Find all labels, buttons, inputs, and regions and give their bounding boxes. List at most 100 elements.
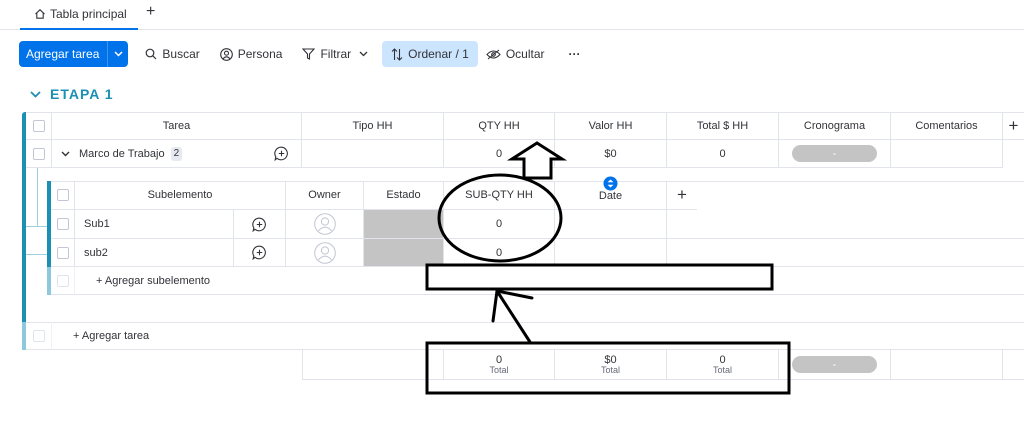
sort-indicator-icon[interactable] — [603, 176, 618, 191]
add-task-row[interactable]: + Agregar tarea — [52, 322, 1024, 350]
select-all-checkbox[interactable] — [32, 119, 45, 132]
item-name-cell[interactable]: Marco de Trabajo 2 — [52, 140, 262, 168]
date-header-label: Date — [598, 190, 623, 202]
item-select-cell[interactable] — [26, 140, 52, 168]
subitem-status-cell[interactable] — [364, 210, 444, 239]
subitem-header-owner[interactable]: Owner — [286, 181, 364, 210]
column-header-comments[interactable]: Comentarios — [891, 112, 1003, 140]
subitem-name-cell[interactable]: sub2 — [75, 239, 234, 267]
subitem-header-sub-qty[interactable]: SUB-QTY HH — [444, 181, 555, 210]
person-icon — [219, 47, 233, 61]
subitem-select-cell[interactable] — [51, 239, 75, 267]
item-timeline-cell[interactable]: - — [779, 140, 891, 168]
summary-total-label: Total — [712, 364, 732, 375]
summary-end-cell — [1003, 350, 1024, 380]
column-header-total-hh[interactable]: Total $ HH — [667, 112, 779, 140]
summary-comments-cell — [891, 350, 1003, 380]
subitem-select-all-checkbox[interactable] — [56, 189, 69, 201]
add-update-icon[interactable] — [252, 217, 267, 232]
add-update-icon[interactable] — [274, 146, 289, 161]
subitem-checkbox[interactable] — [56, 218, 69, 230]
group-header[interactable]: ETAPA 1 — [30, 86, 114, 102]
summary-qty-cell: 0 Total — [444, 350, 555, 380]
subitem-checkbox[interactable] — [56, 246, 69, 259]
tree-connector — [26, 254, 47, 255]
chevron-down-icon — [114, 51, 123, 57]
sort-icon — [391, 47, 403, 61]
sort-button[interactable]: Ordenar / 1 — [382, 41, 478, 67]
summary-qty-label: Total — [489, 364, 509, 375]
subitem-owner-cell[interactable] — [286, 239, 364, 267]
select-all-cell[interactable] — [26, 112, 52, 140]
eye-off-icon — [486, 49, 501, 59]
item-updates-cell[interactable] — [262, 140, 302, 168]
chevron-down-icon[interactable] — [61, 151, 70, 157]
subitem-updates-cell[interactable] — [234, 210, 286, 239]
add-view-button[interactable]: + — [146, 3, 155, 21]
add-task-checkbox — [32, 329, 45, 342]
add-update-icon[interactable] — [252, 245, 267, 260]
search-icon — [145, 48, 157, 60]
tab-main-label: Tabla principal — [50, 7, 127, 21]
subitem-qty-cell[interactable]: 0 — [444, 210, 555, 239]
subitem-select-all-cell[interactable] — [51, 181, 75, 210]
new-task-dropdown[interactable] — [107, 41, 128, 67]
add-subitem-select-cell — [51, 267, 75, 295]
group-title: ETAPA 1 — [50, 86, 114, 102]
row-border — [667, 238, 1024, 239]
item-valor-cell[interactable]: $0 — [555, 140, 667, 168]
board-toolbar: Agregar tarea Buscar Persona Filtrar Ord… — [19, 41, 587, 67]
summary-valor-label: Total — [600, 364, 620, 375]
subitem-date-cell[interactable] — [555, 239, 667, 267]
subitem-status-cell[interactable] — [364, 239, 444, 267]
chevron-down-icon — [359, 51, 368, 57]
more-options-button[interactable]: ··· — [563, 41, 587, 67]
subitem-header-name[interactable]: Subelemento — [75, 181, 286, 210]
item-checkbox[interactable] — [32, 147, 45, 160]
person-placeholder-icon[interactable] — [313, 213, 336, 235]
summary-valor-cell: $0 Total — [555, 350, 667, 380]
new-task-label: Agregar tarea — [26, 47, 100, 61]
item-name: Marco de Trabajo — [79, 147, 165, 160]
add-task-select-cell — [26, 322, 52, 350]
item-comments-cell[interactable] — [891, 140, 1003, 168]
add-subitem-checkbox — [56, 274, 69, 287]
new-task-button[interactable]: Agregar tarea — [19, 41, 129, 67]
person-filter-button[interactable]: Persona — [214, 41, 289, 67]
timeline-pill[interactable]: - — [792, 145, 877, 162]
column-header-timeline[interactable]: Cronograma — [779, 112, 891, 140]
home-icon — [35, 9, 45, 19]
item-qty-cell[interactable]: 0 — [444, 140, 555, 168]
column-header-task[interactable]: Tarea — [52, 112, 302, 140]
subitem-updates-cell[interactable] — [234, 239, 286, 267]
tab-main-table[interactable]: Tabla principal — [20, 0, 138, 30]
add-column-button[interactable]: + — [1003, 112, 1024, 140]
summary-total-value: 0 — [719, 353, 726, 366]
search-button[interactable]: Buscar — [139, 41, 205, 67]
item-tipo-hh-cell[interactable] — [302, 140, 444, 168]
hide-button[interactable]: Ocultar — [480, 41, 551, 67]
column-header-tipo-hh[interactable]: Tipo HH — [302, 112, 444, 140]
tree-connector — [37, 168, 38, 227]
subitem-name-cell[interactable]: Sub1 — [75, 210, 234, 239]
tree-connector — [26, 226, 47, 227]
add-subitem-row[interactable]: + Agregar subelemento — [75, 267, 1024, 295]
tab-bar: Tabla principal + — [0, 0, 1024, 30]
person-placeholder-icon[interactable] — [313, 241, 336, 264]
summary-valor-value: $0 — [604, 353, 617, 366]
subitem-date-cell[interactable] — [555, 210, 667, 239]
subitem-count-badge[interactable]: 2 — [170, 146, 183, 161]
subitem-qty-cell[interactable]: 0 — [444, 239, 555, 267]
filter-button[interactable]: Filtrar — [296, 41, 374, 67]
subitem-owner-cell[interactable] — [286, 210, 364, 239]
chevron-down-icon — [30, 90, 41, 98]
summary-qty-value: 0 — [495, 353, 503, 366]
subitem-header-status[interactable]: Estado — [364, 181, 444, 210]
item-total-cell[interactable]: 0 — [667, 140, 779, 168]
subitem-add-column-button[interactable]: + — [667, 181, 697, 210]
column-header-valor-hh[interactable]: Valor HH — [555, 112, 667, 140]
summary-total-cell: 0 Total — [667, 350, 779, 380]
filter-icon — [302, 48, 316, 60]
subitem-select-cell[interactable] — [51, 210, 75, 239]
column-header-qty-hh[interactable]: QTY HH — [444, 112, 555, 140]
